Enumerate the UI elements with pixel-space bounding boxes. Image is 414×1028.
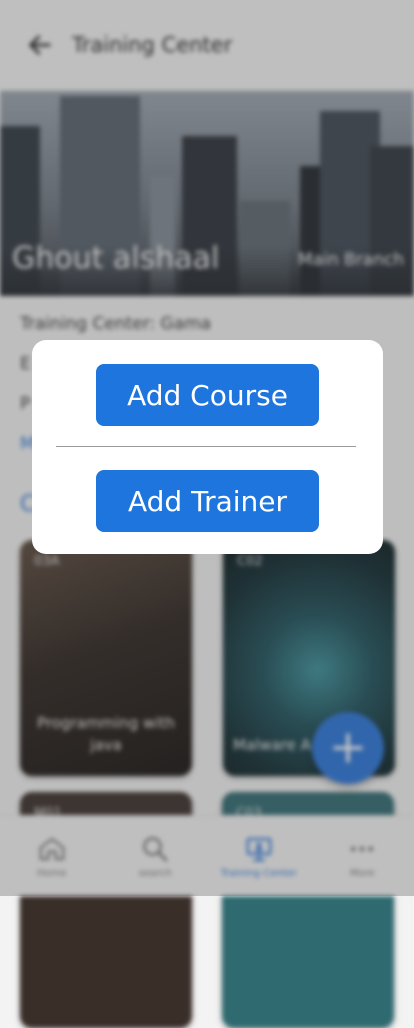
- add-course-button[interactable]: Add Course: [96, 364, 319, 426]
- add-trainer-button[interactable]: Add Trainer: [96, 470, 319, 532]
- add-options-dialog: Add Course Add Trainer: [32, 340, 383, 554]
- divider: [56, 446, 356, 447]
